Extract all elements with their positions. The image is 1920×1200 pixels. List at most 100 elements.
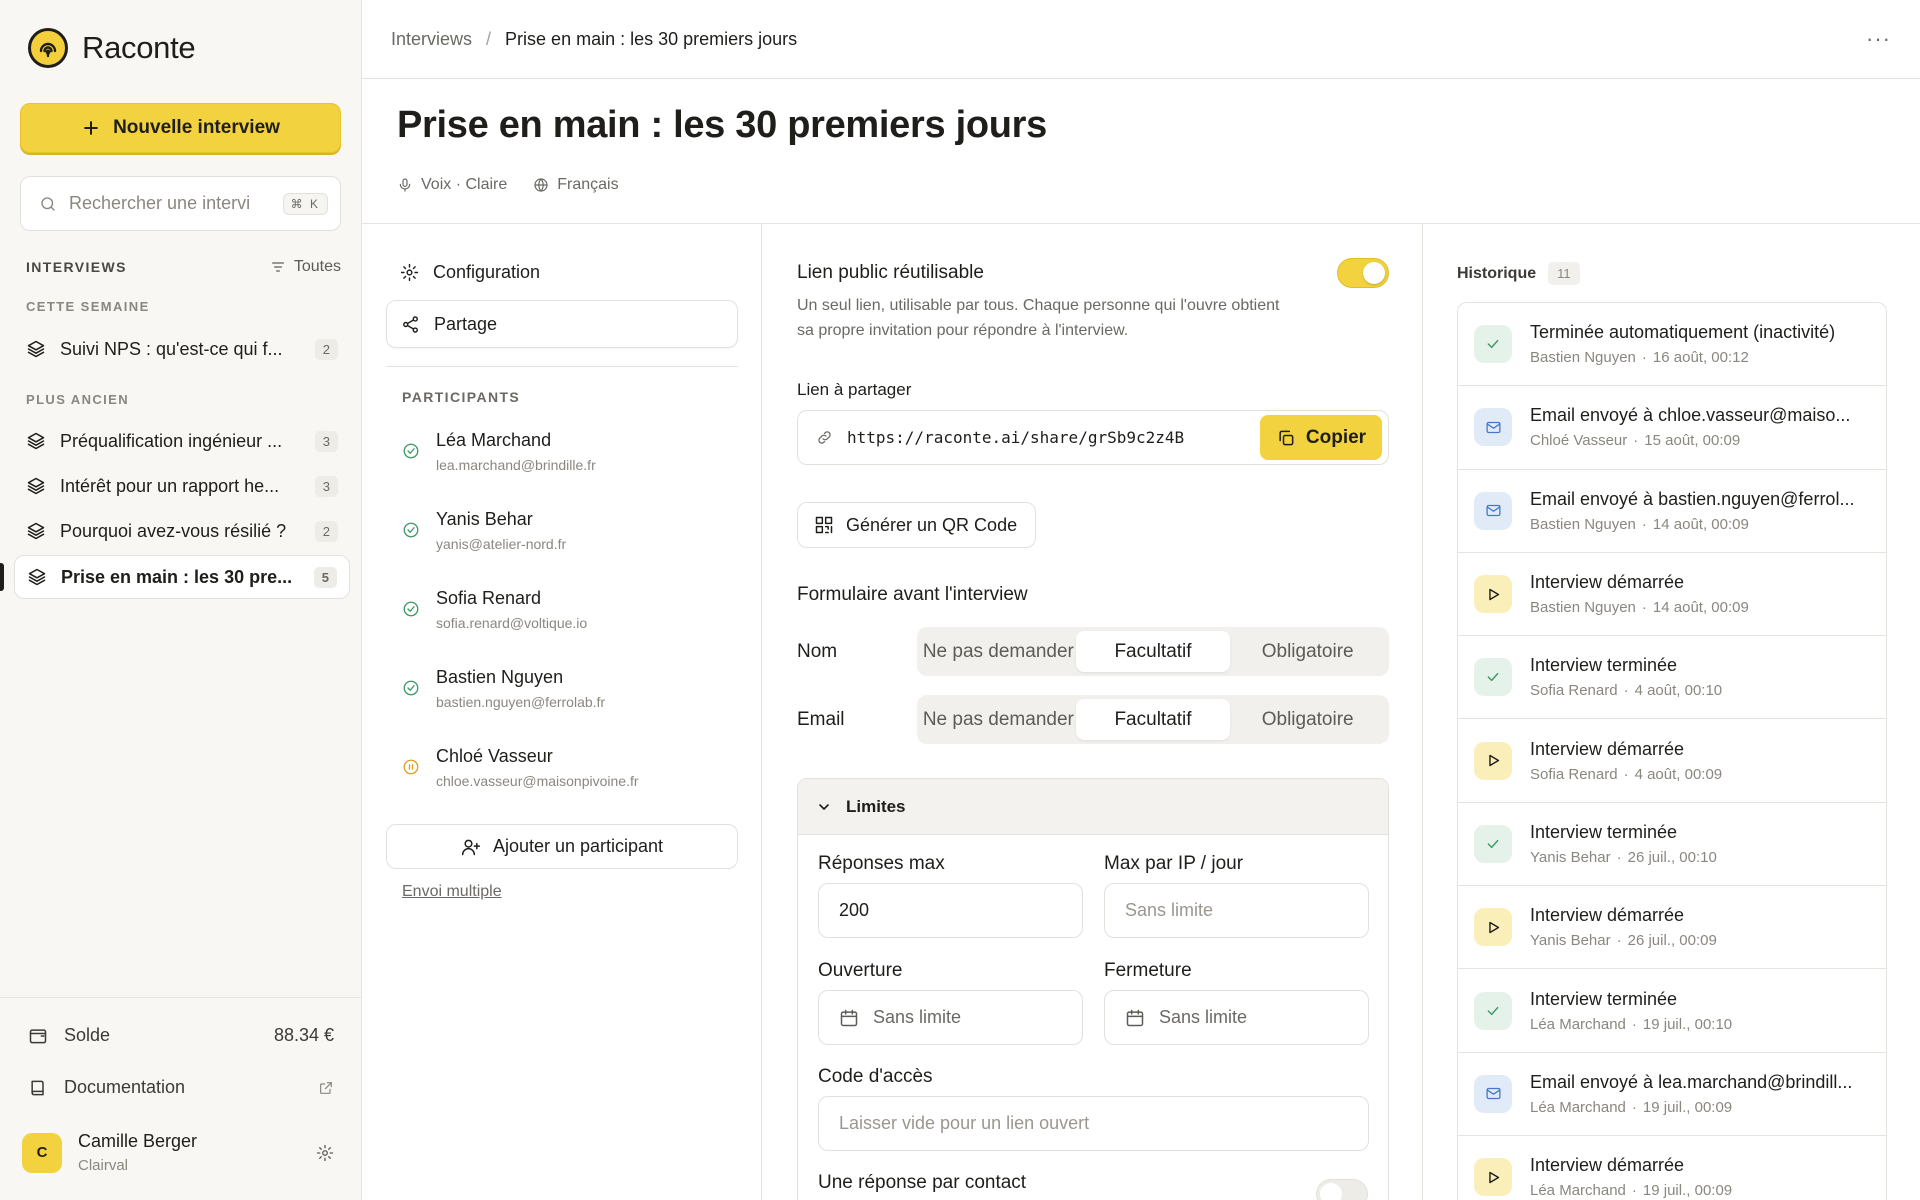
history-title: Historique [1457,264,1537,282]
layers-icon [26,476,46,496]
history-list: Terminée automatiquement (inactivité) Bas… [1457,302,1887,1200]
page-meta: Voix · Claire Français [397,176,619,194]
balance-row[interactable]: Solde 88.34 € [28,1025,334,1046]
participant-row[interactable]: Yanis Behar yanis@atelier-nord.fr [402,509,732,552]
bulk-send-link[interactable]: Envoi multiple [402,883,502,901]
history-event-when: 19 juil., 00:09 [1642,1098,1733,1116]
group-older: PLUS ANCIEN [26,392,130,407]
participant-row[interactable]: Bastien Nguyen bastien.nguyen@ferrolab.f… [402,667,732,710]
user-info: Camille Berger Clairval [78,1131,300,1174]
gear-icon[interactable] [316,1144,334,1162]
history-event[interactable]: Terminée automatiquement (inactivité) Bas… [1458,303,1886,387]
option-obligatoire[interactable]: Obligatoire [1230,699,1385,740]
opening-date-input[interactable]: Sans limite [818,990,1083,1045]
filter-button[interactable]: Toutes [270,258,341,276]
name-segmented-control: Ne pas demander Facultatif Obligatoire [917,627,1389,676]
access-code-input[interactable]: Laisser vide pour un lien ouvert [818,1096,1369,1151]
check-icon [1474,824,1512,863]
participant-email: lea.marchand@brindille.fr [436,457,596,473]
history-event[interactable]: Interview démarrée Bastien Nguyen · 14 août… [1458,553,1886,637]
option-ne-pas-demander[interactable]: Ne pas demander [921,631,1076,672]
limits-header[interactable]: Limites [798,779,1388,835]
brand[interactable]: Raconte [28,28,196,68]
participant-info: Léa Marchand lea.marchand@brindille.fr [436,430,596,473]
history-event[interactable]: Interview terminée Sofia Renard · 4 août, 0… [1458,636,1886,720]
tab-configuration[interactable]: Configuration [386,248,738,296]
search-icon [39,195,57,213]
more-options-icon[interactable]: ··· [1866,26,1891,52]
sidebar-item-prise-en-main[interactable]: Prise en main : les 30 pre... 5 [14,555,350,599]
sidebar-item-label: Prise en main : les 30 pre... [61,566,293,587]
history-event-who: Sofia Renard [1530,682,1618,700]
option-facultatif[interactable]: Facultatif [1075,631,1231,672]
voice-label: Voix · Claire [421,176,508,193]
share-settings-panel: Lien public réutilisable Un seul lien, u… [763,224,1423,1200]
copy-icon [1276,428,1296,448]
option-obligatoire[interactable]: Obligatoire [1230,631,1385,672]
participant-row[interactable]: Sofia Renard sofia.renard@voltique.io [402,588,732,631]
sidebar-item-nps[interactable]: Suivi NPS : qu'est-ce qui f... 2 [14,327,350,371]
separator-dot: · [1616,932,1622,950]
history-event[interactable]: Interview démarrée Sofia Renard · 4 août, 0… [1458,719,1886,803]
user-row[interactable]: C Camille Berger Clairval [22,1131,334,1174]
history-count: 11 [1548,262,1580,285]
history-event[interactable]: Email envoyé à bastien.nguyen@ferrol... B… [1458,470,1886,553]
pre-form-title: Formulaire avant l'interview [797,584,1028,605]
participant-name: Sofia Renard [436,588,542,608]
check-circle-icon [402,600,420,618]
history-event-who: Sofia Renard [1530,765,1618,783]
one-per-contact-toggle[interactable] [1316,1179,1368,1200]
play-icon [1474,575,1512,614]
participant-row[interactable]: Chloé Vasseur chloe.vasseur@maisonpivoin… [402,746,732,789]
pause-circle-icon [402,758,420,776]
add-participant-button[interactable]: Ajouter un participant [386,824,738,869]
participant-email: sofia.renard@voltique.io [436,615,588,631]
copy-button[interactable]: Copier [1260,415,1382,460]
public-link-toggle[interactable] [1337,258,1389,288]
play-icon [1474,741,1512,780]
documentation-link[interactable]: Documentation [28,1077,334,1098]
book-icon [28,1078,48,1098]
generate-qr-button[interactable]: Générer un QR Code [797,502,1036,548]
history-event[interactable]: Interview démarrée Yanis Behar · 26 juil., … [1458,886,1886,970]
participant-email: yanis@atelier-nord.fr [436,536,567,552]
history-event-meta: Sofia Renard · 4 août, 00:09 [1530,766,1870,783]
max-per-ip-input[interactable]: Sans limite [1104,883,1369,938]
history-event[interactable]: Email envoyé à lea.marchand@brindill... L… [1458,1053,1886,1136]
participant-name: Léa Marchand [436,430,552,450]
tab-partage[interactable]: Partage [386,300,738,348]
option-facultatif[interactable]: Facultatif [1075,699,1231,740]
share-icon [401,315,420,334]
max-responses-label: Réponses max [818,853,945,874]
participants-panel: Configuration Partage PARTICIPANTS Léa M… [362,224,762,1200]
check-icon [1474,658,1512,697]
max-responses-input[interactable]: 200 [818,883,1083,938]
sidebar-item-count: 5 [313,566,337,588]
sidebar-item-rapport[interactable]: Intérêt pour un rapport he... 3 [14,464,350,508]
new-interview-button[interactable]: Nouvelle interview [20,103,341,153]
sidebar-item-count: 2 [314,520,338,542]
history-event[interactable]: Interview démarrée Léa Marchand · 19 juil.,… [1458,1136,1886,1200]
breadcrumb-separator: / [486,28,492,49]
participant-name: Yanis Behar [436,509,533,529]
history-event[interactable]: Interview terminée Yanis Behar · 26 juil., … [1458,803,1886,887]
email-field-label: Email [797,708,845,730]
sidebar-item-prequalification[interactable]: Préqualification ingénieur ... 3 [14,419,350,463]
history-event-who: Chloé Vasseur [1530,432,1628,450]
globe-icon [533,177,549,193]
closing-date-input[interactable]: Sans limite [1104,990,1369,1045]
one-per-contact-label: Une réponse par contact [818,1172,1027,1193]
history-event-meta: Yanis Behar · 26 juil., 00:10 [1530,849,1870,866]
sidebar-item-resiliation[interactable]: Pourquoi avez-vous résilié ? 2 [14,509,350,553]
share-link-field[interactable]: https://raconte.ai/share/grSb9c2z4B Copi… [797,410,1389,465]
mail-icon [1474,1074,1512,1113]
history-panel: Historique 11 Terminée automatiquement (… [1423,224,1920,1200]
option-ne-pas-demander[interactable]: Ne pas demander [921,699,1076,740]
participant-row[interactable]: Léa Marchand lea.marchand@brindille.fr [402,430,732,473]
max-responses-value: 200 [839,900,870,920]
search-input[interactable]: Rechercher une intervi ⌘ K [20,176,341,231]
breadcrumb-interviews[interactable]: Interviews [391,29,472,50]
history-event[interactable]: Email envoyé à chloe.vasseur@maiso... Chl… [1458,386,1886,470]
history-event[interactable]: Interview terminée Léa Marchand · 19 juil.,… [1458,969,1886,1053]
voice-meta: Voix · Claire [397,176,507,194]
